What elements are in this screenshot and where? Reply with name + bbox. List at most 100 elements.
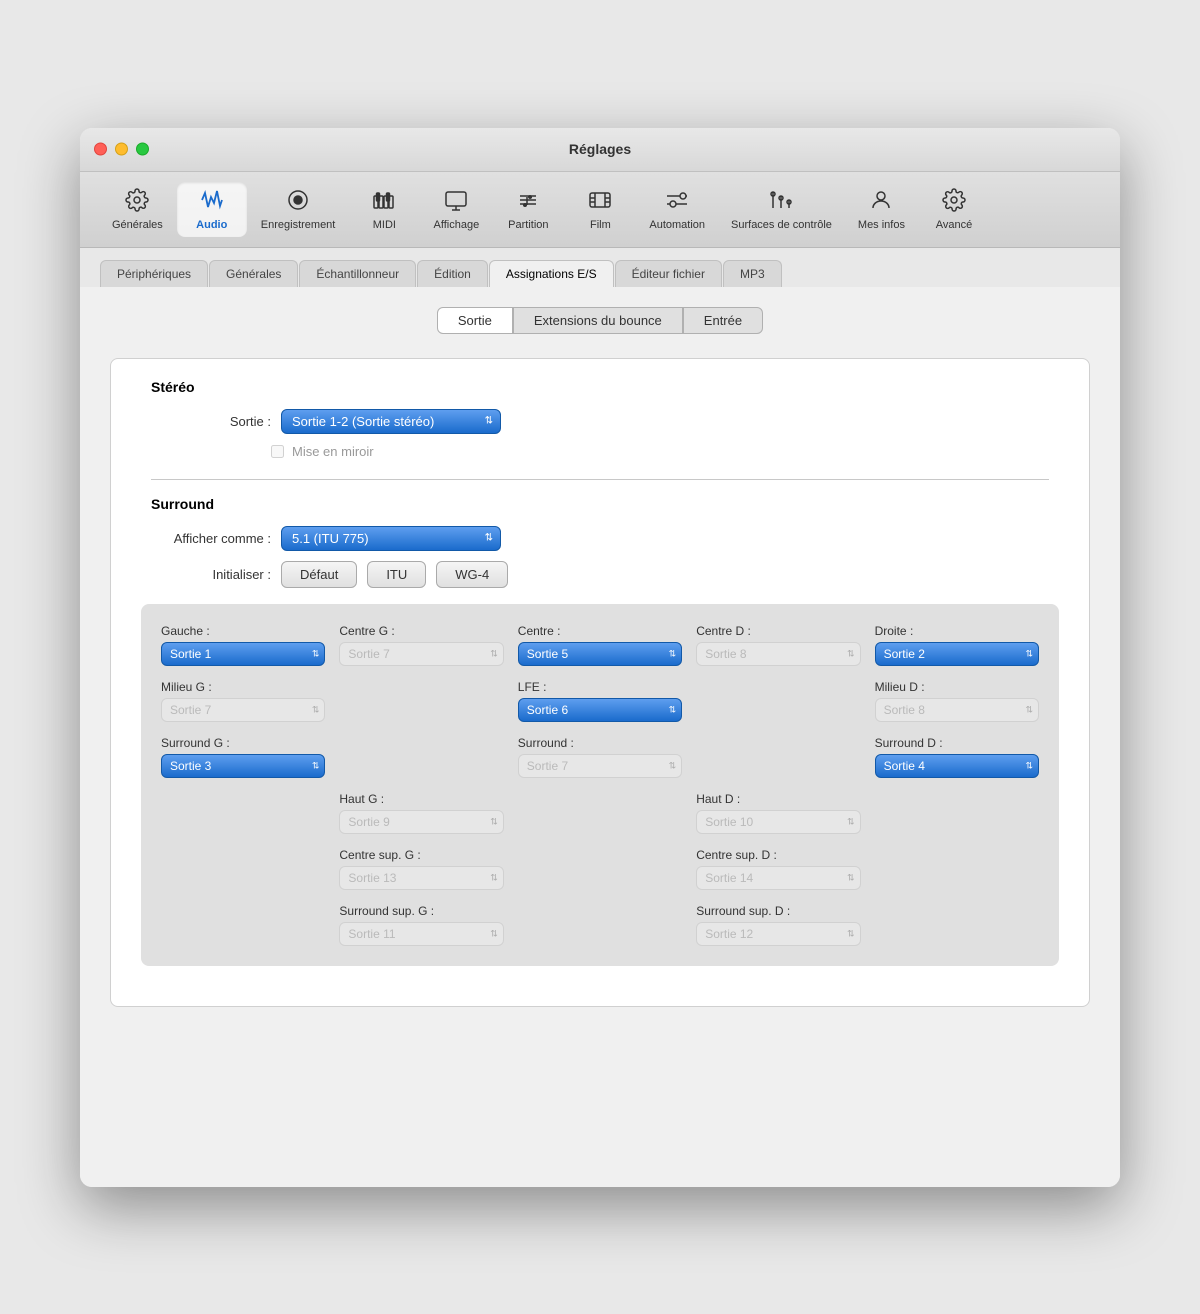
centre-d-select[interactable]: Sortie 8 <box>696 642 860 666</box>
gauche-select-wrapper[interactable]: Sortie 1 ⇅ <box>161 642 325 666</box>
mirror-checkbox[interactable] <box>271 445 284 458</box>
droite-select[interactable]: Sortie 2 <box>875 642 1039 666</box>
subtab-entree[interactable]: Entrée <box>683 307 763 334</box>
centre-d-label: Centre D : <box>696 624 860 638</box>
subtab-extensions[interactable]: Extensions du bounce <box>513 307 683 334</box>
tab-peripheriques[interactable]: Périphériques <box>100 260 208 287</box>
empty-cell-10 <box>875 848 1039 890</box>
milieu-g-label: Milieu G : <box>161 680 325 694</box>
centre-g-cell: Centre G : Sortie 7 ⇅ <box>339 624 503 666</box>
toolbar-item-surfaces[interactable]: Surfaces de contrôle <box>719 182 844 237</box>
centre-sup-g-select[interactable]: Sortie 13 <box>339 866 503 890</box>
surround-select[interactable]: Sortie 7 <box>518 754 682 778</box>
maximize-button[interactable] <box>136 143 149 156</box>
record-icon <box>286 188 310 216</box>
tab-echantillonneur[interactable]: Échantillonneur <box>299 260 416 287</box>
milieu-g-select[interactable]: Sortie 7 <box>161 698 325 722</box>
toolbar-item-generales[interactable]: Générales <box>100 182 175 237</box>
stereo-sortie-select-wrapper[interactable]: Sortie 1-2 (Sortie stéréo) ⇅ <box>281 409 501 434</box>
surround-d-select[interactable]: Sortie 4 <box>875 754 1039 778</box>
minimize-button[interactable] <box>115 143 128 156</box>
centre-g-select[interactable]: Sortie 7 <box>339 642 503 666</box>
surround-init-buttons: Défaut ITU WG-4 <box>281 561 508 588</box>
audio-wave-icon <box>200 188 224 216</box>
main-content: Sortie Extensions du bounce Entrée Stéré… <box>80 287 1120 1187</box>
surround-sup-d-select-wrapper[interactable]: Sortie 12 ⇅ <box>696 922 860 946</box>
tab-assignations[interactable]: Assignations E/S <box>489 260 614 287</box>
empty-cell-1 <box>339 680 503 722</box>
titlebar: Réglages <box>80 128 1120 172</box>
centre-d-select-wrapper[interactable]: Sortie 8 ⇅ <box>696 642 860 666</box>
haut-d-select-wrapper[interactable]: Sortie 10 ⇅ <box>696 810 860 834</box>
centre-g-select-wrapper[interactable]: Sortie 7 ⇅ <box>339 642 503 666</box>
surround-g-select[interactable]: Sortie 3 <box>161 754 325 778</box>
tab-editeur[interactable]: Éditeur fichier <box>615 260 722 287</box>
surround-g-select-wrapper[interactable]: Sortie 3 ⇅ <box>161 754 325 778</box>
milieu-d-select-wrapper[interactable]: Sortie 8 ⇅ <box>875 698 1039 722</box>
empty-cell-6 <box>518 792 682 834</box>
haut-g-select[interactable]: Sortie 9 <box>339 810 503 834</box>
sub-tabs: Sortie Extensions du bounce Entrée <box>110 307 1090 334</box>
empty-cell-11 <box>161 904 325 946</box>
toolbar-item-affichage[interactable]: Affichage <box>421 182 491 237</box>
itu-button[interactable]: ITU <box>367 561 426 588</box>
toolbar-item-automation[interactable]: Automation <box>637 182 717 237</box>
close-button[interactable] <box>94 143 107 156</box>
centre-select[interactable]: Sortie 5 <box>518 642 682 666</box>
toolbar-item-enregistrement[interactable]: Enregistrement <box>249 182 348 237</box>
lfe-cell: LFE : Sortie 6 ⇅ <box>518 680 682 722</box>
haut-g-select-wrapper[interactable]: Sortie 9 ⇅ <box>339 810 503 834</box>
score-icon <box>516 188 540 216</box>
toolbar-affichage-label: Affichage <box>434 219 480 231</box>
surround-d-cell: Surround D : Sortie 4 ⇅ <box>875 736 1039 778</box>
toolbar-generales-label: Générales <box>112 219 163 231</box>
toolbar-item-midi[interactable]: MIDI <box>349 182 419 237</box>
haut-d-cell: Haut D : Sortie 10 ⇅ <box>696 792 860 834</box>
haut-g-cell: Haut G : Sortie 9 ⇅ <box>339 792 503 834</box>
surround-d-select-wrapper[interactable]: Sortie 4 ⇅ <box>875 754 1039 778</box>
milieu-d-select[interactable]: Sortie 8 <box>875 698 1039 722</box>
centre-sup-g-label: Centre sup. G : <box>339 848 503 862</box>
tab-mp3[interactable]: MP3 <box>723 260 782 287</box>
toolbar-item-audio[interactable]: Audio <box>177 182 247 237</box>
stereo-sortie-select[interactable]: Sortie 1-2 (Sortie stéréo) <box>281 409 501 434</box>
gauche-select[interactable]: Sortie 1 <box>161 642 325 666</box>
haut-d-select[interactable]: Sortie 10 <box>696 810 860 834</box>
surround-grid-container: Gauche : Sortie 1 ⇅ Centre G : <box>141 604 1059 966</box>
empty-cell-2 <box>696 680 860 722</box>
haut-d-label: Haut D : <box>696 792 860 806</box>
toolbar-item-avance[interactable]: Avancé <box>919 182 989 237</box>
surround-g-label: Surround G : <box>161 736 325 750</box>
subtab-sortie[interactable]: Sortie <box>437 307 513 334</box>
surround-select-wrapper[interactable]: Sortie 7 ⇅ <box>518 754 682 778</box>
toolbar-item-mesinfos[interactable]: Mes infos <box>846 182 917 237</box>
toolbar-item-partition[interactable]: Partition <box>493 182 563 237</box>
surround-afficher-select-wrapper[interactable]: 5.1 (ITU 775) ⇅ <box>281 526 501 551</box>
defaut-button[interactable]: Défaut <box>281 561 357 588</box>
droite-select-wrapper[interactable]: Sortie 2 ⇅ <box>875 642 1039 666</box>
toolbar-audio-label: Audio <box>196 219 227 231</box>
centre-sup-d-select[interactable]: Sortie 14 <box>696 866 860 890</box>
centre-select-wrapper[interactable]: Sortie 5 ⇅ <box>518 642 682 666</box>
surround-sup-g-select-wrapper[interactable]: Sortie 11 ⇅ <box>339 922 503 946</box>
surround-sup-d-cell: Surround sup. D : Sortie 12 ⇅ <box>696 904 860 946</box>
traffic-lights <box>94 143 149 156</box>
wg4-button[interactable]: WG-4 <box>436 561 508 588</box>
centre-sup-d-cell: Centre sup. D : Sortie 14 ⇅ <box>696 848 860 890</box>
tab-generales[interactable]: Générales <box>209 260 298 287</box>
centre-sup-d-select-wrapper[interactable]: Sortie 14 ⇅ <box>696 866 860 890</box>
toolbar-item-film[interactable]: Film <box>565 182 635 237</box>
milieu-g-cell: Milieu G : Sortie 7 ⇅ <box>161 680 325 722</box>
surround-sup-d-select[interactable]: Sortie 12 <box>696 922 860 946</box>
surround-d-label: Surround D : <box>875 736 1039 750</box>
lfe-select-wrapper[interactable]: Sortie 6 ⇅ <box>518 698 682 722</box>
surround-initialiser-label: Initialiser : <box>151 567 271 582</box>
surround-afficher-select[interactable]: 5.1 (ITU 775) <box>281 526 501 551</box>
centre-sup-g-select-wrapper[interactable]: Sortie 13 ⇅ <box>339 866 503 890</box>
milieu-g-select-wrapper[interactable]: Sortie 7 ⇅ <box>161 698 325 722</box>
surround-sup-g-select[interactable]: Sortie 11 <box>339 922 503 946</box>
tab-edition[interactable]: Édition <box>417 260 488 287</box>
surround-g-cell: Surround G : Sortie 3 ⇅ <box>161 736 325 778</box>
lfe-select[interactable]: Sortie 6 <box>518 698 682 722</box>
droite-label: Droite : <box>875 624 1039 638</box>
